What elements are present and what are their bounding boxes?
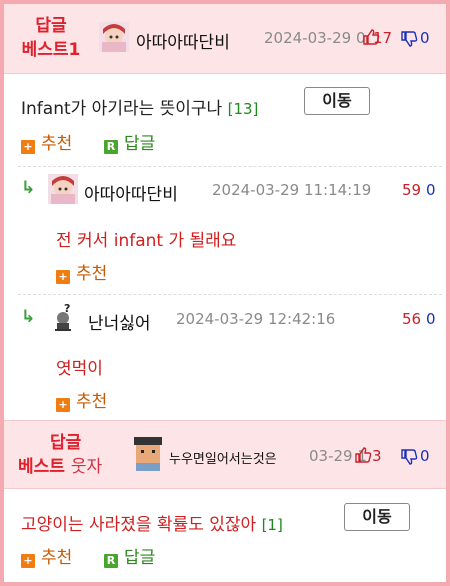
thumbs-down-icon[interactable] bbox=[400, 30, 418, 48]
best-badge-line1: 답글 bbox=[35, 16, 67, 36]
best-badge-1: 답글 베스트1 bbox=[18, 14, 84, 62]
best-badge-line2: 베스트1 bbox=[21, 40, 81, 60]
comment-body: 전 커서 infant 가 될래요 bbox=[56, 231, 237, 251]
comment-text: Infant가 아기라는 뜻이구나 [13] bbox=[21, 94, 258, 119]
recommend-label: 추천 bbox=[76, 392, 108, 412]
upvote-count[interactable]: 56 bbox=[402, 310, 421, 328]
best-comment-header-1: 답글 베스트1 아따아따단비 2024-03-29 0 17 0 bbox=[4, 4, 446, 74]
upvote-count[interactable]: 59 bbox=[402, 181, 421, 199]
author-nickname[interactable]: 아따아따단비 bbox=[136, 28, 230, 53]
best-badge-line2: 베스트 bbox=[18, 457, 65, 477]
best-comment-header-2: 답글 베스트 웃자 누우면일어서는것은 03-29 1 3 0 bbox=[4, 421, 446, 489]
move-button[interactable]: 이동 bbox=[304, 87, 370, 115]
plus-icon: + bbox=[56, 270, 70, 284]
recommend-button[interactable]: + 추천 bbox=[56, 264, 107, 284]
downvote-count: 0 bbox=[420, 29, 430, 47]
downvote-count: 0 bbox=[420, 447, 430, 465]
reply-arrow-icon: ↳ bbox=[21, 307, 36, 327]
avatar[interactable]: ? bbox=[50, 302, 78, 334]
separator bbox=[18, 294, 442, 295]
reply-count[interactable]: [1] bbox=[262, 516, 283, 534]
reply-label: 답글 bbox=[124, 134, 156, 154]
comment-body: 엿먹이 bbox=[56, 359, 103, 379]
comment-body: 고양이는 사라졌을 확률도 있잖아 bbox=[21, 515, 257, 535]
plus-icon: + bbox=[21, 554, 35, 568]
comment-date: 2024-03-29 11:14:19 bbox=[212, 181, 372, 199]
comment-text: 고양이는 사라졌을 확률도 있잖아 [1] bbox=[21, 510, 283, 535]
thumbs-up-icon[interactable] bbox=[354, 446, 372, 464]
comment-date: 2024-03-29 0 bbox=[264, 29, 366, 47]
reply-arrow-icon: ↳ bbox=[21, 178, 36, 198]
author-nickname[interactable]: 아따아따단비 bbox=[84, 180, 178, 205]
recommend-button[interactable]: + 추천 bbox=[21, 548, 72, 568]
recommend-label: 추천 bbox=[41, 548, 73, 568]
recommend-button[interactable]: + 추천 bbox=[56, 392, 107, 412]
comment-date: 2024-03-29 12:42:16 bbox=[176, 310, 336, 328]
downvote-count[interactable]: 0 bbox=[426, 181, 436, 199]
separator bbox=[18, 166, 442, 167]
recommend-label: 추천 bbox=[41, 134, 73, 154]
avatar[interactable] bbox=[132, 435, 164, 471]
comment-body: Infant가 아기라는 뜻이구나 bbox=[21, 99, 223, 119]
upvote-count: 3 bbox=[372, 447, 382, 465]
author-nickname[interactable]: 누우면일어서는것은 bbox=[169, 448, 277, 467]
move-button[interactable]: 이동 bbox=[344, 503, 410, 531]
author-nickname[interactable]: 난너싫어 bbox=[88, 309, 151, 334]
plus-icon: + bbox=[56, 398, 70, 412]
comment-panel: 답글 베스트1 아따아따단비 2024-03-29 0 17 0 Infant가… bbox=[4, 4, 446, 582]
category-tag[interactable]: 웃자 bbox=[71, 457, 102, 477]
avatar[interactable] bbox=[48, 174, 78, 204]
best-badge-2: 답글 베스트 웃자 bbox=[18, 431, 118, 479]
plus-icon: + bbox=[21, 140, 35, 154]
avatar[interactable] bbox=[99, 22, 129, 52]
reply-button[interactable]: R 답글 bbox=[104, 134, 155, 154]
downvote-count[interactable]: 0 bbox=[426, 310, 436, 328]
best-badge-line1: 답글 bbox=[50, 433, 82, 453]
reply-button[interactable]: R 답글 bbox=[104, 548, 155, 568]
recommend-label: 추천 bbox=[76, 264, 108, 284]
r-icon: R bbox=[104, 140, 118, 154]
upvote-count: 17 bbox=[373, 29, 393, 47]
thumbs-down-icon[interactable] bbox=[400, 448, 418, 466]
reply-count[interactable]: [13] bbox=[228, 100, 259, 118]
reply-label: 답글 bbox=[124, 548, 156, 568]
recommend-button[interactable]: + 추천 bbox=[21, 134, 72, 154]
r-icon: R bbox=[104, 554, 118, 568]
